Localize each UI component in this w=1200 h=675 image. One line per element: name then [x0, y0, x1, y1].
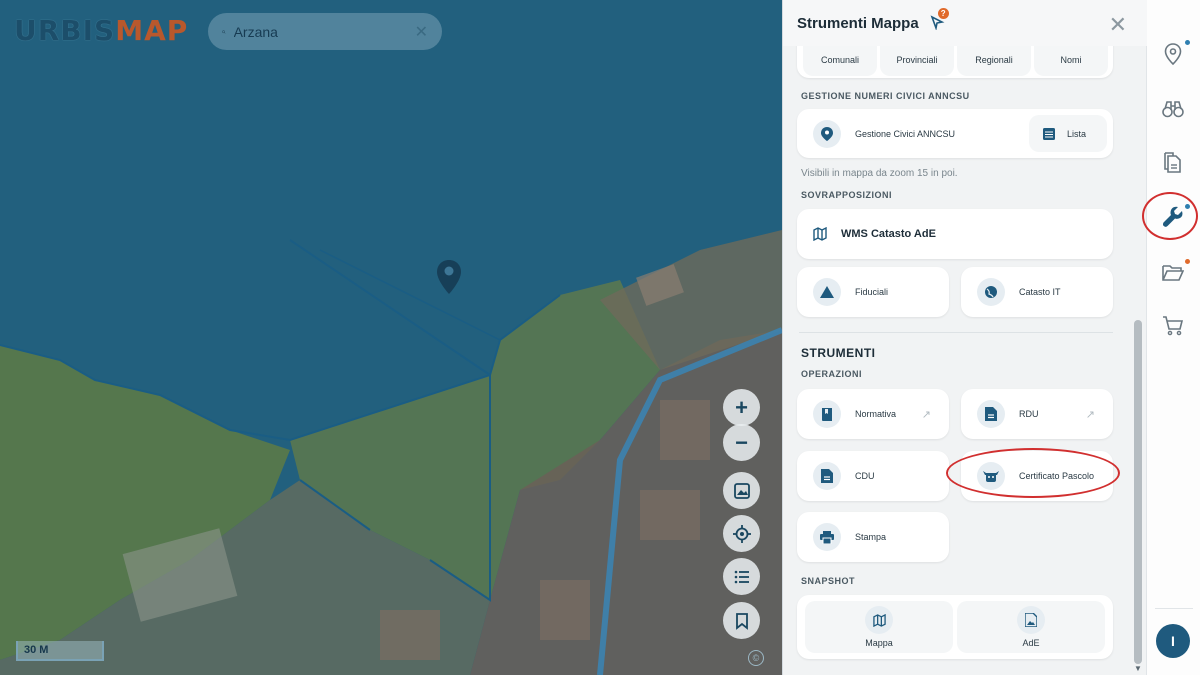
location-pin-icon[interactable]	[437, 260, 461, 296]
regionali-button[interactable]: Regionali	[957, 46, 1031, 76]
layers-list-button[interactable]	[723, 558, 760, 595]
crosshair-icon	[732, 524, 751, 543]
catasto-it-button[interactable]: Catasto IT	[961, 267, 1113, 317]
attribution-icon[interactable]: ©	[748, 650, 764, 666]
nomi-button[interactable]: Nomi	[1034, 46, 1108, 76]
cow-icon	[983, 471, 999, 482]
bookmark-button[interactable]	[723, 602, 760, 639]
wrench-icon[interactable]	[1161, 205, 1185, 229]
cdu-button[interactable]: CDU	[797, 451, 949, 501]
cart-icon[interactable]	[1161, 314, 1185, 338]
zoom-out-button[interactable]: −	[723, 424, 760, 461]
civici-card: Gestione Civici ANNCSU Lista	[797, 109, 1113, 158]
tools-panel: Strumenti Mappa ? ✕ Comunali Provinciali…	[782, 0, 1147, 675]
external-link-icon: ↗	[1085, 408, 1095, 421]
snapshot-card: Mappa AdE	[797, 595, 1113, 659]
help-badge: ?	[937, 8, 949, 19]
snapshot-ade-button[interactable]: AdE	[957, 601, 1105, 653]
divider	[799, 332, 1113, 333]
location-icon[interactable]	[1161, 42, 1185, 66]
triangle-icon	[820, 286, 834, 298]
document-image-icon	[1025, 613, 1037, 627]
clear-search-icon[interactable]: ✕	[415, 22, 428, 42]
gestione-civici-button[interactable]: Gestione Civici ANNCSU	[797, 109, 1027, 158]
scrollbar-thumb[interactable]	[1134, 320, 1142, 664]
panel-header: Strumenti Mappa ? ✕	[783, 0, 1147, 46]
map-canvas[interactable]: URBISMAP ✕ + − 30 M ©	[0, 0, 782, 675]
basemap-button[interactable]	[723, 472, 760, 509]
avatar[interactable]: I	[1156, 624, 1190, 658]
panel-scrollbar[interactable]: ▼	[1129, 46, 1147, 675]
document-icon	[821, 469, 833, 483]
panel-title: Strumenti Mappa	[797, 14, 919, 32]
rail-divider	[1155, 608, 1193, 609]
zoom-in-button[interactable]: +	[723, 389, 760, 426]
certificato-pascolo-button[interactable]: Certificato Pascolo	[961, 451, 1113, 501]
lista-button[interactable]: Lista	[1029, 115, 1107, 152]
stampa-button[interactable]: Stampa	[797, 512, 949, 562]
notification-dot	[1185, 40, 1190, 45]
comunali-button[interactable]: Comunali	[803, 46, 877, 76]
normativa-button[interactable]: Normativa ↗	[797, 389, 949, 439]
search-icon	[222, 29, 226, 34]
locate-button[interactable]	[723, 515, 760, 552]
map-scale: 30 M	[16, 641, 104, 661]
document-icon	[985, 407, 997, 421]
section-operazioni: OPERAZIONI	[801, 369, 863, 379]
section-civici: GESTIONE NUMERI CIVICI ANNCSU	[801, 91, 970, 101]
close-icon[interactable]: ✕	[1109, 12, 1127, 38]
section-sovrapposizioni: SOVRAPPOSIZIONI	[801, 190, 893, 200]
map-marker-icon	[821, 126, 833, 141]
book-icon	[822, 407, 832, 421]
map-icon	[872, 613, 886, 627]
search-input[interactable]	[233, 23, 415, 40]
section-snapshot: SNAPSHOT	[801, 576, 856, 586]
external-link-icon: ↗	[921, 408, 931, 421]
rdu-button[interactable]: RDU ↗	[961, 389, 1113, 439]
wms-catasto-button[interactable]: WMS Catasto AdE	[797, 209, 1113, 259]
scroll-down-icon[interactable]: ▼	[1134, 664, 1142, 673]
notification-dot	[1185, 204, 1190, 209]
folder-icon[interactable]	[1161, 261, 1185, 285]
map-icon	[813, 227, 827, 241]
search-bar[interactable]: ✕	[208, 13, 442, 50]
documents-icon[interactable]	[1161, 151, 1185, 175]
image-icon	[733, 482, 750, 499]
panel-scroll-area[interactable]: Comunali Provinciali Regionali Nomi GEST…	[783, 46, 1129, 675]
provinciali-button[interactable]: Provinciali	[880, 46, 954, 76]
bookmark-icon	[735, 612, 748, 630]
app-logo: URBISMAP	[14, 14, 189, 47]
right-rail: I	[1146, 0, 1200, 675]
tools-help-icon[interactable]: ?	[929, 8, 949, 32]
boundaries-card: Comunali Provinciali Regionali Nomi	[797, 46, 1113, 78]
snapshot-mappa-button[interactable]: Mappa	[805, 601, 953, 653]
notification-dot-orange	[1185, 259, 1190, 264]
civici-note: Visibili in mappa da zoom 15 in poi.	[801, 168, 958, 179]
fiduciali-button[interactable]: Fiduciali	[797, 267, 949, 317]
globe-icon	[985, 286, 997, 298]
map-imagery	[0, 0, 782, 675]
section-strumenti: STRUMENTI	[801, 346, 876, 360]
printer-icon	[820, 530, 834, 544]
binoculars-icon[interactable]	[1161, 97, 1185, 121]
table-icon	[1043, 127, 1055, 140]
list-icon	[734, 570, 749, 583]
